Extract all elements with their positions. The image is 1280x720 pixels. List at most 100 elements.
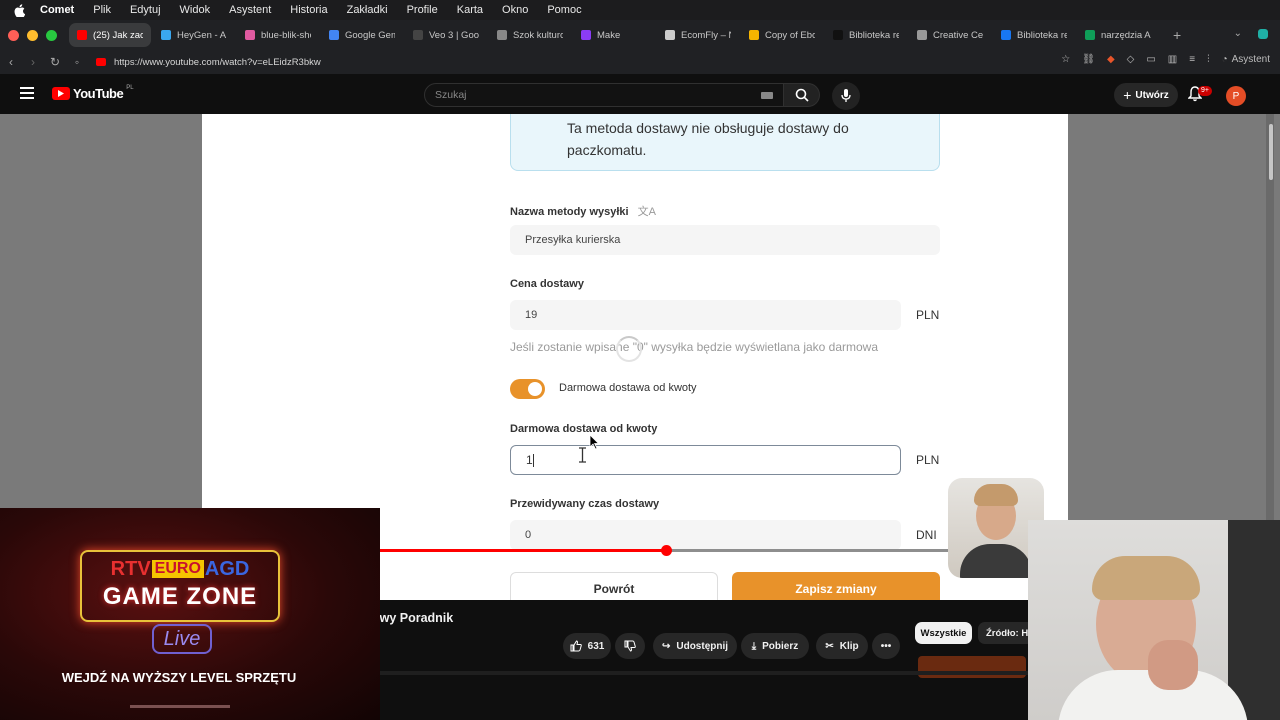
chevron-down-icon[interactable]: ⌄ xyxy=(1234,28,1242,39)
share-label: Udostępnij xyxy=(676,640,729,652)
url-field[interactable]: https://www.youtube.com/watch?v=eLEidzR3… xyxy=(114,57,321,68)
back-arrow-icon[interactable]: ‹ xyxy=(0,55,22,69)
tab-favicon-icon xyxy=(1085,30,1095,40)
menu-zakladki[interactable]: Zakładki xyxy=(347,4,388,16)
extensions-icon[interactable]: ◇ xyxy=(1127,54,1135,65)
browser-tab[interactable]: Creative Cente xyxy=(909,23,991,47)
mic-icon[interactable]: ◦ xyxy=(66,55,88,69)
ad-logo: RTV EURO AGD xyxy=(86,556,274,582)
browser-tab[interactable]: Szok kulturow xyxy=(489,23,571,47)
menu-asystent[interactable]: Asystent xyxy=(229,4,271,16)
dislike-button[interactable] xyxy=(615,633,645,659)
tab-favicon-icon xyxy=(665,30,675,40)
translate-icon[interactable]: 文A xyxy=(638,206,656,218)
extension-icon[interactable] xyxy=(1258,29,1268,39)
assistant-label: Asystent xyxy=(1231,54,1270,65)
save-changes-button[interactable]: Zapisz zmiany xyxy=(732,572,940,600)
youtube-favicon-icon xyxy=(96,58,106,66)
browser-tab[interactable]: narzędzia AI - xyxy=(1077,23,1159,47)
method-name-label: Nazwa metody wysyłki 文A xyxy=(510,206,657,218)
download-icon: ⤓ xyxy=(751,640,757,652)
minimize-window-button[interactable] xyxy=(27,29,38,41)
browser-tab[interactable]: Google Gemini xyxy=(321,23,403,47)
zoom-window-button[interactable] xyxy=(46,29,57,41)
star-icon[interactable]: ☆ xyxy=(1061,54,1070,65)
download-button[interactable]: ⤓ Pobierz xyxy=(741,633,809,659)
menu-widok[interactable]: Widok xyxy=(180,4,211,16)
create-button[interactable]: + Utwórz xyxy=(1114,83,1178,107)
audio-icon[interactable]: ⫶ xyxy=(1207,54,1210,65)
download-label: Pobierz xyxy=(762,640,799,652)
clip-button[interactable]: ✂ Klip xyxy=(816,633,868,659)
ublock-icon[interactable]: ◆ xyxy=(1107,54,1115,65)
price-label: Cena dostawy xyxy=(510,278,584,290)
voice-search-button[interactable] xyxy=(832,82,860,110)
notification-count-badge: 9+ xyxy=(1198,86,1212,96)
back-button[interactable]: Powrót xyxy=(510,572,718,600)
cast-icon[interactable]: ▭ xyxy=(1146,54,1155,65)
browser-tab[interactable]: HeyGen - AI S xyxy=(153,23,235,47)
browser-tab[interactable]: EcomFly – Now xyxy=(657,23,739,47)
chip-source[interactable]: Źródło: Hu xyxy=(978,622,1034,644)
tab-favicon-icon xyxy=(77,30,87,40)
reader-icon[interactable]: ≡ xyxy=(1189,54,1195,65)
ad-live-badge: Live xyxy=(152,624,212,654)
browser-tab[interactable]: (25) Jak zaczą xyxy=(69,23,151,47)
price-field[interactable]: 19 xyxy=(510,300,901,330)
browser-tab[interactable]: Veo 3 | Google xyxy=(405,23,487,47)
browser-tab[interactable]: blue-blik-shop xyxy=(237,23,319,47)
tab-label: (25) Jak zaczą xyxy=(93,29,143,41)
ad-fine-print xyxy=(130,705,230,708)
close-window-button[interactable] xyxy=(8,29,19,41)
menu-plik[interactable]: Plik xyxy=(93,4,111,16)
free-shipping-toggle-label: Darmowa dostawa od kwoty xyxy=(559,382,697,394)
info-text-line-2: paczkomatu. xyxy=(567,142,647,158)
link-icon[interactable]: ⛓ xyxy=(1082,54,1095,65)
info-text-line-1: Ta metoda dostawy nie obsługuje dostawy … xyxy=(567,120,849,136)
free-from-amount-value: 1 xyxy=(526,453,533,467)
browser-tab[interactable]: Make xyxy=(573,23,655,47)
more-actions-button[interactable]: ••• xyxy=(872,633,900,659)
address-bar: ‹ › ↻ ◦ https://www.youtube.com/watch?v=… xyxy=(0,50,1280,74)
avatar-letter: P xyxy=(1232,90,1240,102)
eta-field[interactable]: 0 xyxy=(510,520,901,550)
menu-historia[interactable]: Historia xyxy=(290,4,327,16)
browser-tab[interactable]: Copy of Ebook xyxy=(741,23,823,47)
browser-tab[interactable]: Biblioteka rekl xyxy=(825,23,907,47)
menu-app-comet[interactable]: Comet xyxy=(40,4,74,16)
like-button[interactable]: 631 xyxy=(563,633,611,659)
method-name-field[interactable]: Przesyłka kurierska xyxy=(510,225,940,255)
free-shipping-toggle[interactable] xyxy=(510,379,545,399)
browser-tab[interactable]: Biblioteka rekl xyxy=(993,23,1075,47)
share-button[interactable]: ↪ Udostępnij xyxy=(653,633,737,659)
search-input[interactable]: Szukaj xyxy=(424,83,784,107)
keyboard-icon[interactable] xyxy=(761,92,773,99)
thumbs-up-icon xyxy=(570,640,582,652)
free-from-amount-input[interactable]: 1 xyxy=(510,445,901,475)
forward-arrow-icon[interactable]: › xyxy=(22,55,44,69)
new-tab-icon[interactable]: + xyxy=(1173,27,1181,43)
assistant-icon: ◔ xyxy=(1221,54,1228,65)
youtube-play-icon xyxy=(52,87,70,100)
menu-edytuj[interactable]: Edytuj xyxy=(130,4,161,16)
tab-favicon-icon xyxy=(833,30,843,40)
macos-menu-bar: Comet Plik Edytuj Widok Asystent Histori… xyxy=(0,0,1280,20)
menu-pomoc[interactable]: Pomoc xyxy=(547,4,581,16)
thumbs-down-icon xyxy=(624,640,636,652)
sidebar-icon[interactable]: ▥ xyxy=(1168,54,1177,65)
clip-label: Klip xyxy=(839,640,859,652)
youtube-logo[interactable]: YouTube PL xyxy=(52,85,134,101)
chip-all[interactable]: Wszystkie xyxy=(915,622,972,644)
menu-okno[interactable]: Okno xyxy=(502,4,528,16)
apple-icon[interactable] xyxy=(12,3,26,17)
menu-karta[interactable]: Karta xyxy=(457,4,483,16)
hamburger-menu-icon[interactable] xyxy=(20,87,34,99)
tab-label: narzędzia AI - xyxy=(1101,29,1151,41)
ad-tagline: WEJDŹ NA WYŻSZY LEVEL SPRZĘTU xyxy=(61,670,297,685)
menu-profile[interactable]: Profile xyxy=(407,4,438,16)
assistant-button[interactable]: ◔ Asystent xyxy=(1222,54,1270,65)
free-from-label: Darmowa dostawa od kwoty xyxy=(510,423,658,435)
reload-icon[interactable]: ↻ xyxy=(44,55,66,69)
search-button[interactable] xyxy=(784,83,820,107)
account-avatar[interactable]: P xyxy=(1226,86,1246,106)
